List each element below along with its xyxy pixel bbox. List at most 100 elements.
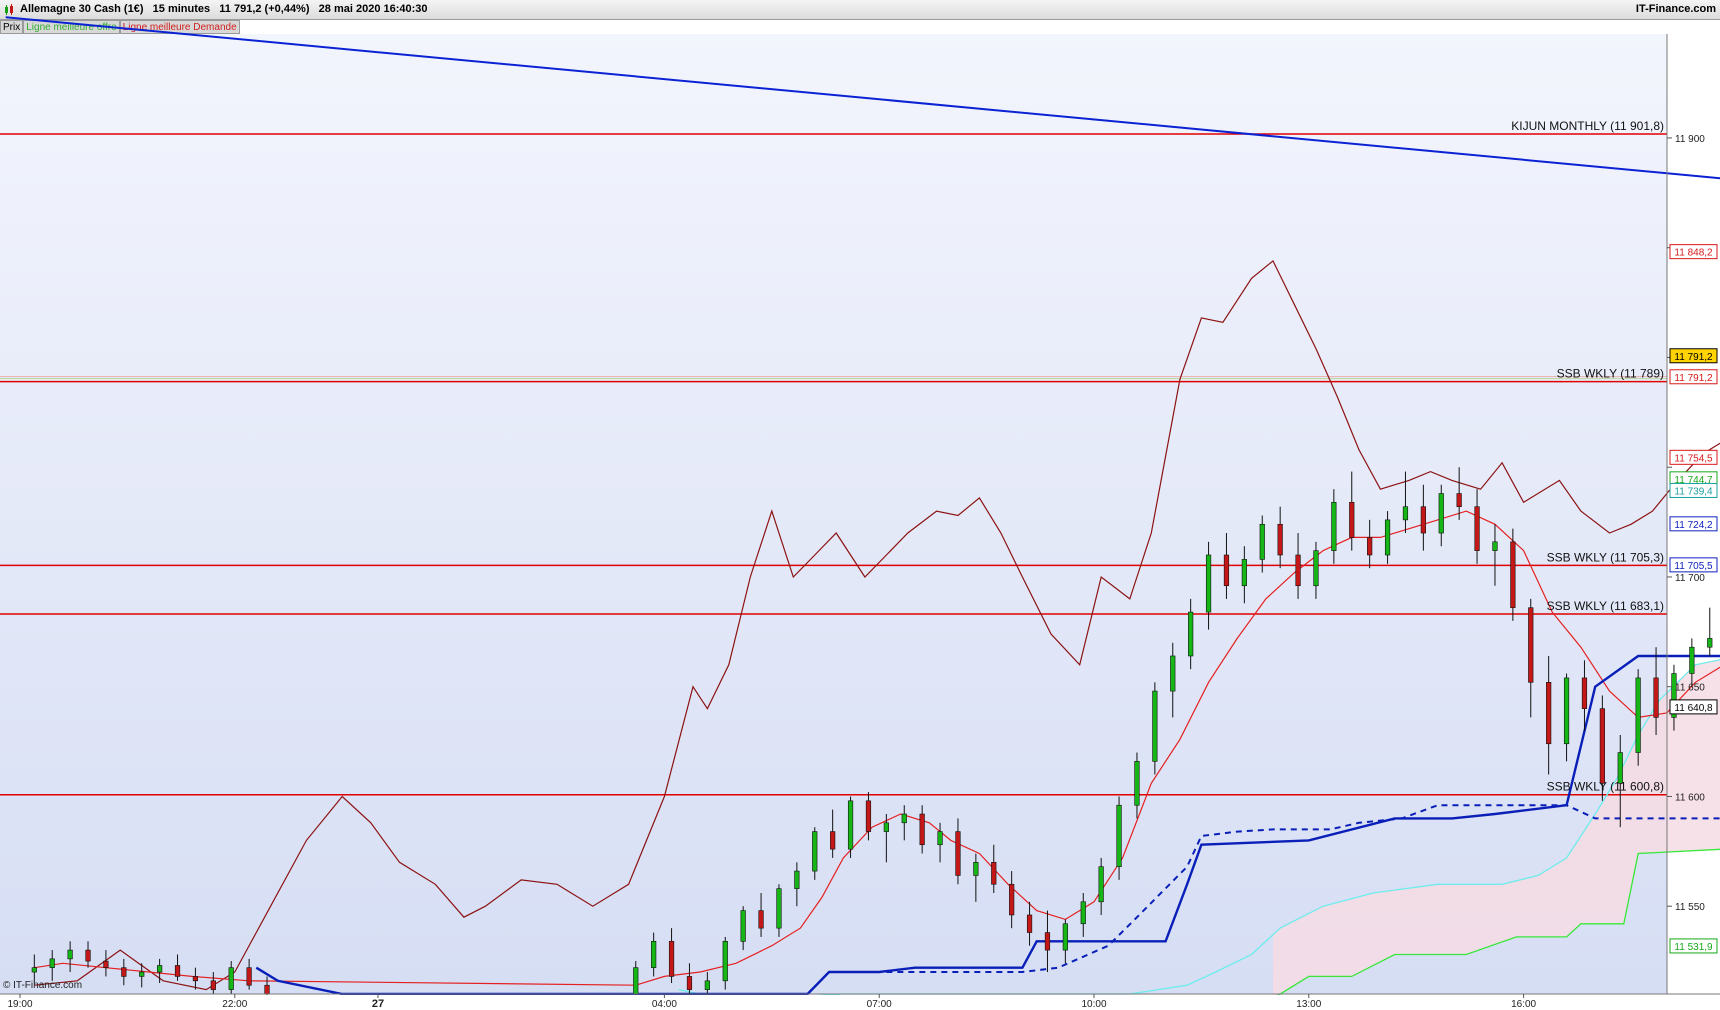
price-badge: 11 531,9 bbox=[1669, 938, 1718, 954]
candle-body bbox=[1528, 607, 1534, 683]
candle-body bbox=[139, 971, 145, 977]
price-badge-label: 11 705,5 bbox=[1674, 561, 1713, 572]
candle-body bbox=[264, 984, 270, 995]
candle-body bbox=[937, 831, 943, 846]
candle-body bbox=[1384, 519, 1391, 556]
candle-body bbox=[1456, 493, 1462, 508]
candle-body bbox=[1367, 537, 1373, 556]
price-badge: 11 754,5 bbox=[1669, 449, 1718, 465]
candle-body bbox=[1313, 550, 1319, 587]
candle-body bbox=[1474, 506, 1480, 551]
candle-body bbox=[1277, 523, 1283, 556]
candle-body bbox=[121, 967, 127, 977]
x-tick-label: 27 bbox=[372, 998, 384, 1010]
candle-body bbox=[1492, 541, 1498, 551]
y-tick-label: 11 600 bbox=[1675, 792, 1705, 803]
candle-body bbox=[1170, 655, 1176, 692]
candle-body bbox=[1080, 901, 1086, 925]
level-label-4: SSB WKLY (11 600,8) bbox=[1547, 780, 1664, 794]
price-badge: 11 791,2 bbox=[1669, 348, 1718, 364]
candle-body bbox=[67, 949, 73, 960]
candle-body bbox=[1295, 554, 1301, 587]
candle-body bbox=[1438, 493, 1444, 534]
price-badge-label: 11 724,2 bbox=[1674, 520, 1713, 531]
level-label-1: SSB WKLY (11 789) bbox=[1557, 367, 1664, 381]
candle-body bbox=[1116, 804, 1122, 867]
price-badge-label: 11 848,2 bbox=[1674, 248, 1713, 259]
y-tick-label: 11 900 bbox=[1675, 134, 1705, 145]
candle-body bbox=[812, 831, 818, 872]
candle-body bbox=[1134, 761, 1140, 806]
price-badge: 11 848,2 bbox=[1669, 244, 1718, 260]
candle-body bbox=[1546, 682, 1552, 745]
candle-body bbox=[1689, 646, 1695, 674]
candle-body bbox=[1098, 866, 1104, 903]
candle-body bbox=[633, 967, 639, 995]
candle-body bbox=[174, 965, 181, 977]
price-badge: 11 724,2 bbox=[1669, 516, 1718, 532]
price-chart[interactable]: R1 JPiv JS1 J 11 90011 70011 65011 60011… bbox=[0, 0, 1720, 1010]
candle-body bbox=[883, 822, 889, 832]
candle-body bbox=[740, 910, 746, 942]
candle-body bbox=[192, 976, 199, 982]
candle-body bbox=[830, 831, 836, 850]
watermark: © IT-Finance.com bbox=[3, 980, 82, 991]
candle-body bbox=[704, 980, 710, 990]
candle-body bbox=[955, 831, 961, 876]
time-axis-background bbox=[0, 995, 1720, 1010]
candle-body bbox=[103, 960, 109, 968]
candle[interactable] bbox=[1152, 682, 1158, 775]
price-badge: 11 640,8 bbox=[1669, 699, 1718, 715]
plot-background bbox=[0, 34, 1667, 994]
candle-body bbox=[1402, 506, 1409, 521]
price-badge: 11 791,2 bbox=[1669, 369, 1718, 385]
x-tick-label: 10:00 bbox=[1081, 999, 1106, 1010]
candle-body bbox=[1707, 638, 1713, 648]
x-tick-label: 16:00 bbox=[1511, 999, 1536, 1010]
candle-body bbox=[1223, 554, 1230, 587]
candle[interactable] bbox=[1635, 669, 1641, 766]
candle-body bbox=[1617, 752, 1623, 784]
candle-body bbox=[1563, 677, 1570, 745]
candle-body bbox=[758, 910, 764, 929]
candle-body bbox=[1599, 708, 1605, 784]
candle-body bbox=[228, 967, 234, 990]
candle-body bbox=[1349, 502, 1355, 538]
level-label-3: SSB WKLY (11 683,1) bbox=[1547, 599, 1664, 613]
candle-body bbox=[686, 976, 693, 990]
candle-body bbox=[246, 967, 252, 986]
candle-body bbox=[901, 813, 907, 824]
candle-body bbox=[1420, 506, 1426, 534]
candle-body bbox=[1331, 502, 1337, 551]
candle-body bbox=[1009, 883, 1015, 916]
x-tick-label: 22:00 bbox=[222, 999, 247, 1010]
x-tick-label: 07:00 bbox=[867, 999, 892, 1010]
candle-body bbox=[1062, 923, 1068, 951]
y-tick-label: 11 650 bbox=[1675, 683, 1705, 694]
candle-body bbox=[1152, 690, 1158, 762]
candle-body bbox=[794, 870, 800, 889]
price-badge-label: 11 791,2 bbox=[1674, 352, 1713, 363]
candle-body bbox=[31, 967, 37, 973]
x-tick-label: 13:00 bbox=[1296, 999, 1321, 1010]
price-badge: 11 705,5 bbox=[1669, 557, 1718, 573]
candle-body bbox=[1188, 611, 1194, 657]
y-tick-label: 11 550 bbox=[1675, 902, 1705, 913]
candle-body bbox=[49, 958, 55, 968]
candle-body bbox=[157, 965, 163, 973]
candle[interactable] bbox=[1510, 528, 1516, 621]
candle-body bbox=[85, 949, 91, 962]
candle[interactable] bbox=[847, 796, 854, 858]
level-label-0: KIJUN MONTHLY (11 901,8) bbox=[1511, 119, 1664, 133]
price-badge-label: 11 754,5 bbox=[1674, 453, 1713, 464]
candle-body bbox=[991, 861, 997, 885]
candle-body bbox=[1205, 554, 1212, 613]
candle-body bbox=[651, 941, 657, 968]
candle-body bbox=[1510, 541, 1516, 608]
price-badge-label: 11 791,2 bbox=[1674, 373, 1713, 384]
candle-body bbox=[1241, 559, 1247, 587]
price-badge: 11 739,4 bbox=[1669, 482, 1718, 498]
y-tick-label: 11 700 bbox=[1675, 573, 1705, 584]
candle-body bbox=[1259, 523, 1265, 560]
x-tick-label: 04:00 bbox=[652, 999, 677, 1010]
